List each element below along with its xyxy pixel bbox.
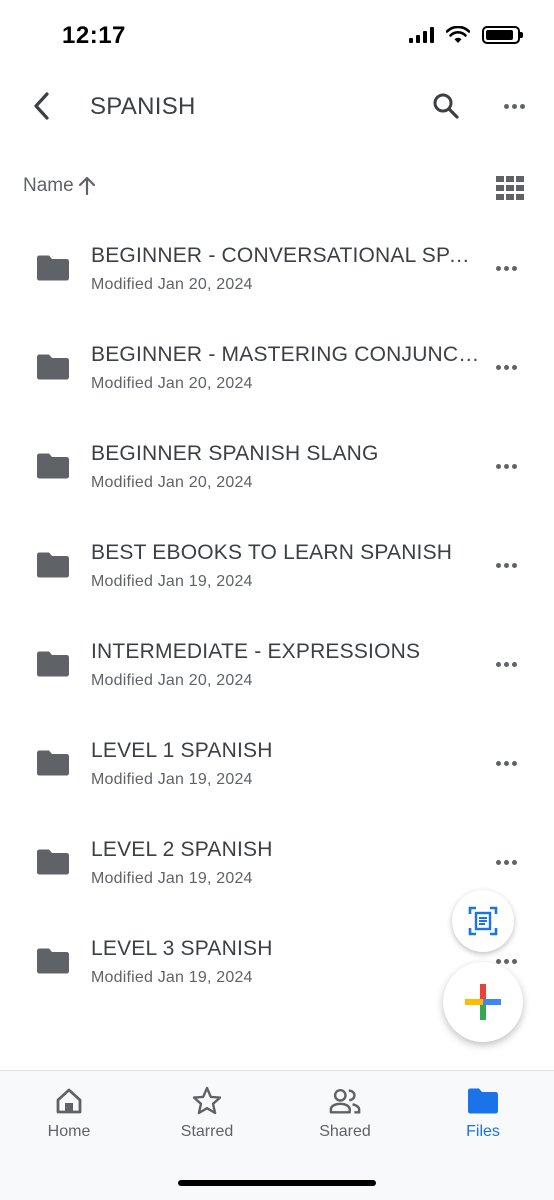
file-name: BEST EBOOKS TO LEARN SPANISH [91,541,453,564]
new-button[interactable] [443,962,523,1042]
file-modified-date: Modified Jan 19, 2024 [91,771,253,788]
more-horizontal-icon [495,760,517,766]
file-more-options-button[interactable] [486,844,526,880]
nav-label-home: Home [47,1123,91,1140]
file-more-options-button[interactable] [486,250,526,286]
file-more-options-button[interactable] [486,349,526,385]
file-modified-date: Modified Jan 19, 2024 [91,870,253,887]
status-time: 12:17 [62,22,126,49]
people-icon [329,1088,361,1114]
more-horizontal-icon [495,859,517,865]
folder-icon [37,849,69,875]
sort-row: Name [0,166,554,206]
scan-button[interactable] [452,890,514,952]
more-horizontal-icon [503,103,525,109]
folder-icon [37,948,69,974]
arrow-up-icon [78,176,95,196]
file-more-options-button[interactable] [486,745,526,781]
top-app-bar: SPANISH [0,70,554,142]
more-options-button[interactable] [494,86,534,126]
file-modified-date: Modified Jan 20, 2024 [91,276,253,293]
grid-view-toggle[interactable] [490,170,530,206]
nav-label-files: Files [466,1123,500,1140]
file-name: BEGINNER SPANISH SLANG [91,442,379,465]
nav-label-shared: Shared [319,1123,371,1140]
status-bar: 12:17 [0,0,554,70]
star-icon [192,1086,222,1115]
nav-shared[interactable]: Shared [290,1085,400,1145]
folder-icon [468,1088,498,1114]
more-horizontal-icon [495,661,517,667]
file-more-options-button[interactable] [486,448,526,484]
folder-icon [37,651,69,677]
sort-by-name-button[interactable]: Name [23,175,96,197]
home-icon [56,1088,82,1114]
more-horizontal-icon [495,364,517,370]
file-name: BEGINNER - MASTERING CONJUNCTIONS [91,343,481,366]
file-row[interactable]: LEVEL 1 SPANISH Modified Jan 19, 2024 [0,713,554,812]
file-row[interactable]: INTERMEDIATE - EXPRESSIONS Modified Jan 2… [0,614,554,713]
file-modified-date: Modified Jan 20, 2024 [91,375,253,392]
file-modified-date: Modified Jan 19, 2024 [91,969,253,986]
sort-label: Name [23,175,74,196]
more-horizontal-icon [495,463,517,469]
file-name: LEVEL 3 SPANISH [91,937,273,960]
file-modified-date: Modified Jan 20, 2024 [91,672,253,689]
file-row[interactable]: BEGINNER - MASTERING CONJUNCTIONS Modifie… [0,317,554,416]
folder-icon [37,354,69,380]
grid-view-icon [496,176,524,200]
file-modified-date: Modified Jan 19, 2024 [91,573,253,590]
file-name: LEVEL 2 SPANISH [91,838,273,861]
file-row[interactable]: BEGINNER - CONVERSATIONAL SPANISH Modifie… [0,218,554,317]
wifi-icon [446,26,470,43]
file-modified-date: Modified Jan 20, 2024 [91,474,253,491]
file-more-options-button[interactable] [486,547,526,583]
more-horizontal-icon [495,562,517,568]
nav-home[interactable]: Home [14,1085,124,1145]
page-title: SPANISH [90,93,196,120]
document-scan-icon [468,906,498,936]
folder-icon [37,453,69,479]
more-horizontal-icon [495,265,517,271]
nav-label-starred: Starred [180,1123,234,1140]
status-icons [409,26,523,44]
cellular-signal-icon [409,27,434,43]
file-row[interactable]: BEGINNER SPANISH SLANG Modified Jan 20, 2… [0,416,554,515]
back-button[interactable] [22,86,62,126]
search-button[interactable] [426,86,466,126]
plus-icon [465,984,501,1020]
file-name: LEVEL 1 SPANISH [91,739,273,762]
file-name: BEGINNER - CONVERSATIONAL SPANISH [91,244,481,267]
folder-icon [37,255,69,281]
chevron-left-icon [34,92,49,120]
folder-icon [37,750,69,776]
file-row[interactable]: BEST EBOOKS TO LEARN SPANISH Modified Jan… [0,515,554,614]
battery-icon [482,26,523,44]
nav-files[interactable]: Files [428,1085,538,1145]
file-more-options-button[interactable] [486,646,526,682]
search-icon [433,93,459,119]
home-indicator [178,1180,376,1186]
more-horizontal-icon [495,958,517,964]
nav-starred[interactable]: Starred [152,1085,262,1145]
folder-icon [37,552,69,578]
file-name: INTERMEDIATE - EXPRESSIONS [91,640,421,663]
